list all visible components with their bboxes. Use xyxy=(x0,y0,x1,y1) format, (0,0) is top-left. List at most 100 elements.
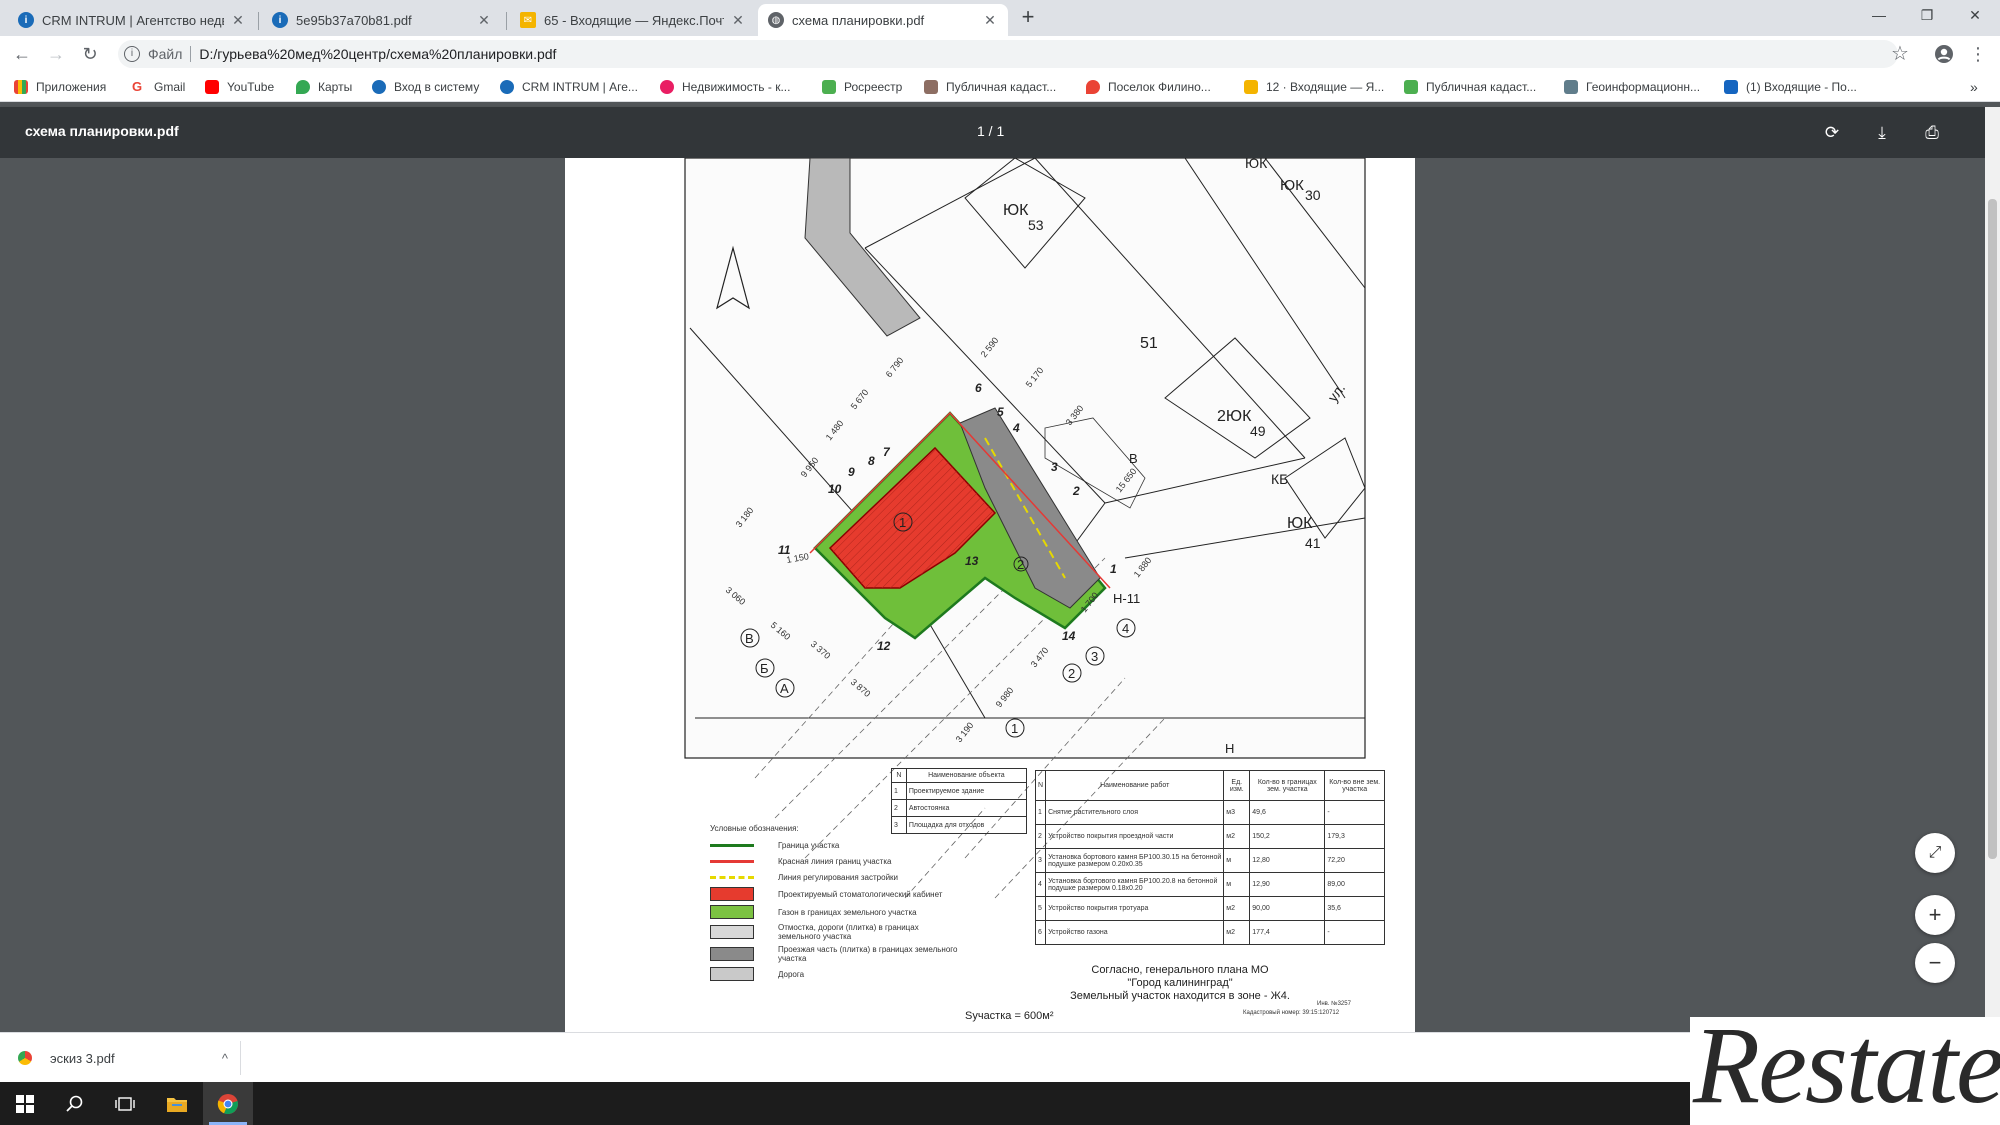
print-button[interactable]: ⎙ xyxy=(1920,121,1944,145)
google-g-icon: G xyxy=(132,80,146,94)
forward-button[interactable]: → xyxy=(44,42,68,66)
search-icon[interactable] xyxy=(50,1082,100,1125)
tab-separator xyxy=(506,12,507,30)
close-tab-icon[interactable]: ✕ xyxy=(982,12,998,29)
bookmark-label: Росреестр xyxy=(844,80,903,94)
svg-text:А: А xyxy=(780,681,789,696)
zoom-out-button[interactable]: − xyxy=(1915,943,1955,983)
bookmark-label: Публичная кадаст... xyxy=(1426,80,1537,94)
legend-swatch xyxy=(710,875,754,879)
reload-button[interactable]: ↻ xyxy=(78,42,102,66)
back-button[interactable]: ← xyxy=(10,42,34,66)
tab-title: схема планировки.pdf xyxy=(792,12,925,28)
close-tab-icon[interactable]: ✕ xyxy=(230,12,246,29)
svg-text:3: 3 xyxy=(1091,649,1098,664)
bookmark-label: Вход в систему xyxy=(394,80,480,94)
bookmark-star-icon[interactable]: ☆ xyxy=(1888,42,1912,66)
chrome-icon[interactable] xyxy=(203,1082,253,1125)
bookmark-cadastral-map[interactable]: Публичная кадаст... xyxy=(924,78,1056,96)
table-cell: Площадка для отходов xyxy=(905,816,1028,834)
svg-text:В: В xyxy=(745,631,754,646)
url-text[interactable]: D:/гурьева%20мед%20центр/схема%20планиро… xyxy=(199,46,556,62)
legend: Условные обозначения: Граница участка Кра… xyxy=(710,824,960,985)
bookmark-label: Карты xyxy=(318,80,353,94)
svg-text:Н: Н xyxy=(1225,741,1234,756)
tab-active-plan-pdf[interactable]: ◍ схема планировки.pdf ✕ xyxy=(758,4,1008,36)
download-item[interactable]: эскиз 3.pdf ^ xyxy=(18,1043,228,1073)
lot-label: 2ЮК xyxy=(1217,408,1252,425)
close-tab-icon[interactable]: ✕ xyxy=(476,12,492,29)
bookmark-cadastral-map-2[interactable]: Публичная кадаст... xyxy=(1404,78,1536,96)
new-tab-button[interactable]: + xyxy=(1017,6,1039,28)
table-cell: 1 xyxy=(1034,800,1047,825)
svg-text:9: 9 xyxy=(848,465,855,479)
close-tab-icon[interactable]: ✕ xyxy=(730,12,746,29)
bookmark-gmail[interactable]: G Gmail xyxy=(132,78,185,96)
table-header-cell: Наименование объекта xyxy=(905,768,1028,783)
legend-swatch xyxy=(710,925,754,939)
rosreestr-icon xyxy=(1404,80,1418,94)
svg-text:5: 5 xyxy=(997,405,1004,419)
zoom-in-button[interactable]: + xyxy=(1915,895,1955,935)
address-bar[interactable]: i Файл D:/гурьева%20мед%20центр/схема%20… xyxy=(118,40,1898,68)
globe-icon: ◍ xyxy=(768,12,784,28)
profile-icon[interactable] xyxy=(1932,42,1956,66)
download-button[interactable]: ⤓ xyxy=(1870,121,1894,145)
download-menu-chevron-icon[interactable]: ^ xyxy=(222,1051,228,1066)
legend-label: Проезжая часть (плитка) в границах земел… xyxy=(778,945,958,963)
legend-item: Граница участка xyxy=(710,839,960,851)
svg-text:1: 1 xyxy=(1110,562,1117,576)
table-cell: Автостоянка xyxy=(905,799,1028,817)
tab-pdf-5e95[interactable]: i 5e95b37a70b81.pdf ✕ xyxy=(262,4,502,36)
rotate-button[interactable]: ⟳ xyxy=(1820,121,1844,145)
tab-crm-intrum[interactable]: i CRM INTRUM | Агентство недв... ✕ xyxy=(8,4,256,36)
svg-text:2: 2 xyxy=(1068,666,1075,681)
svg-text:2: 2 xyxy=(1072,484,1080,498)
browser-menu-icon[interactable]: ⋮ xyxy=(1966,42,1990,66)
legend-label: Газон в границах земельного участка xyxy=(778,907,917,917)
bookmark-maps[interactable]: Карты xyxy=(296,78,352,96)
svg-text:4: 4 xyxy=(1012,421,1020,435)
viewer-scrollbar[interactable] xyxy=(1985,107,2000,1032)
close-window-button[interactable]: ✕ xyxy=(1952,0,1998,30)
bookmark-crm[interactable]: CRM INTRUM | Аге... xyxy=(500,78,638,96)
table-header-cell: Ед. изм. xyxy=(1223,770,1251,801)
pdf-viewport[interactable]: ЮК 53 51 2ЮК 49 ЮК 41 ЮК 30 КБ ЮК ул. 12… xyxy=(0,158,1985,1032)
scrollbar-thumb[interactable] xyxy=(1988,199,1997,859)
bookmark-youtube[interactable]: YouTube xyxy=(205,78,274,96)
bookmark-yandex-inbox[interactable]: 12 · Входящие — Я... xyxy=(1244,78,1384,96)
svg-text:12: 12 xyxy=(877,639,891,653)
table-row: 3 Установка бортового камня БР100.30.15 н… xyxy=(1034,848,1385,873)
bookmark-realty[interactable]: Недвижимость - к... xyxy=(660,78,790,96)
bookmark-geoinfo[interactable]: Геоинформационн... xyxy=(1564,78,1700,96)
table-cell: 6 xyxy=(1034,920,1047,945)
legend-item: Красная линия границ участка xyxy=(710,855,960,867)
realty-icon xyxy=(660,80,674,94)
svg-text:Н-11: Н-11 xyxy=(1113,591,1140,606)
legend-label: Линия регулирования застройки xyxy=(778,872,899,882)
bookmark-login[interactable]: Вход в систему xyxy=(372,78,479,96)
bookmark-apps[interactable]: Приложения xyxy=(14,78,106,96)
objects-table: N Наименование объекта 1 Проектируемое здан… xyxy=(891,768,1028,834)
task-view-icon[interactable] xyxy=(100,1082,150,1125)
table-cell: 1 xyxy=(891,782,907,800)
bookmarks-overflow-button[interactable]: » xyxy=(1970,78,1978,96)
note-line: Земельный участок находится в зоне - Ж4. xyxy=(1070,990,1290,1002)
table-header-cell: Наименование работ xyxy=(1045,770,1225,801)
bookmark-outlook-inbox[interactable]: (1) Входящие - По... xyxy=(1724,78,1857,96)
table-row: 2 Автостоянка xyxy=(891,799,1028,817)
info-icon[interactable]: i xyxy=(124,46,140,62)
file-explorer-icon[interactable] xyxy=(152,1082,202,1125)
tab-yandex-mail[interactable]: ✉ 65 - Входящие — Яндекс.Почта ✕ xyxy=(510,4,756,36)
screen: i CRM INTRUM | Агентство недв... ✕ i 5e9… xyxy=(0,0,2000,1125)
fit-to-page-button[interactable]: ⤢ xyxy=(1915,833,1955,873)
windows-icon[interactable] xyxy=(0,1082,50,1125)
svg-text:6: 6 xyxy=(975,381,982,395)
restore-button[interactable]: ❐ xyxy=(1904,0,1950,30)
bookmark-label: YouTube xyxy=(227,80,275,94)
minimize-button[interactable]: — xyxy=(1856,0,1902,30)
bookmark-filino[interactable]: Поселок Филино... xyxy=(1086,78,1211,96)
table-cell: м2 xyxy=(1223,824,1251,849)
table-cell: 3 xyxy=(891,816,907,834)
bookmark-rosreestr[interactable]: Росреестр xyxy=(822,78,902,96)
